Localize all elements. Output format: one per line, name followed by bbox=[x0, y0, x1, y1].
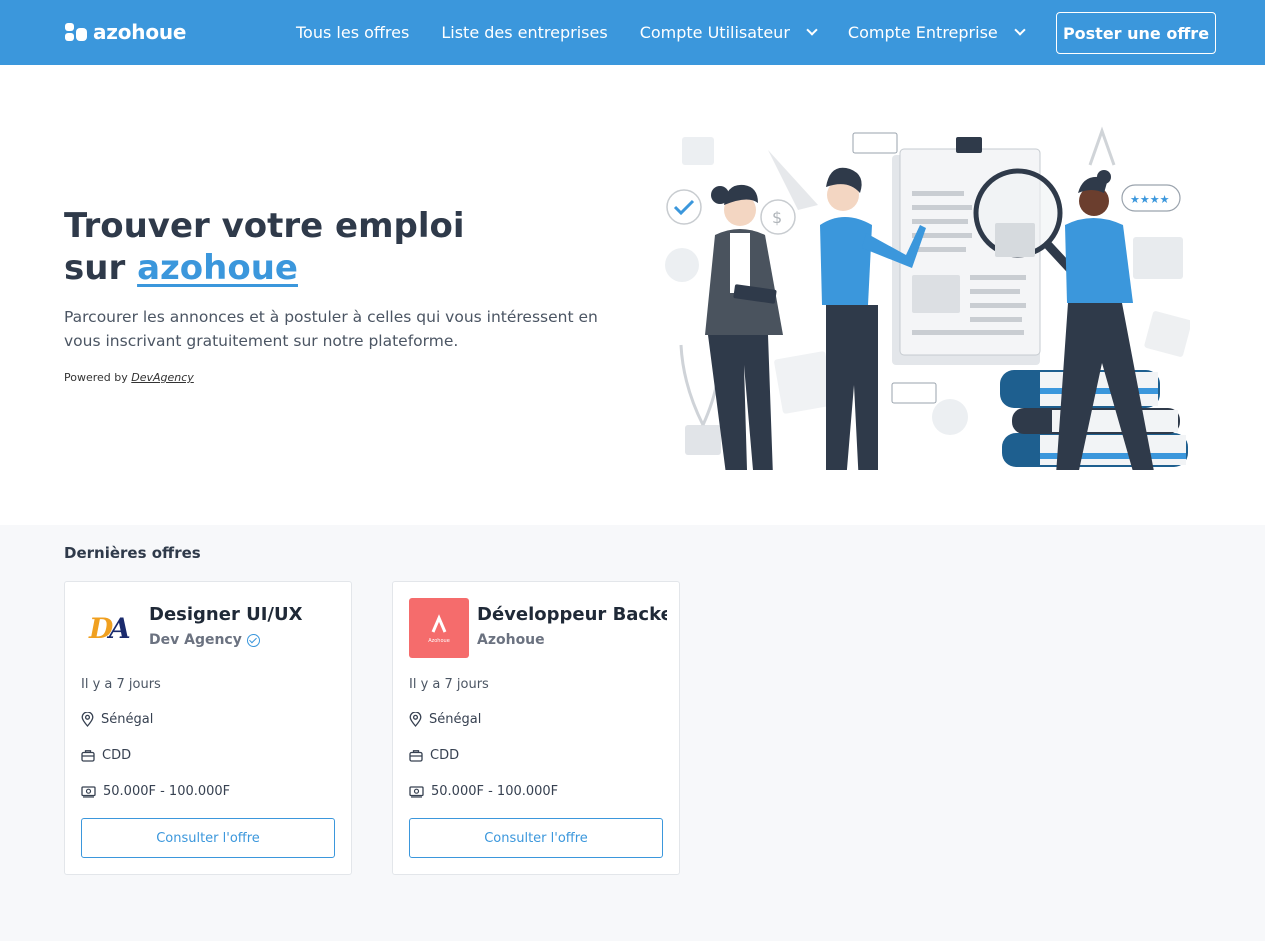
company-logo-devagency: D A bbox=[81, 598, 141, 658]
job-card[interactable]: Azohoue Développeur Backend Azohoue Il y… bbox=[392, 581, 680, 875]
brand-name: azohoue bbox=[93, 20, 187, 44]
job-salary-text: 50.000F - 100.000F bbox=[103, 784, 231, 799]
latest-offers-title: Dernières offres bbox=[64, 544, 201, 562]
devagency-link[interactable]: DevAgency bbox=[131, 371, 194, 384]
location-pin-icon bbox=[409, 712, 422, 727]
company-name: Azohoue bbox=[477, 632, 545, 648]
posted-date: Il y a 7 jours bbox=[409, 677, 489, 692]
job-location-text: Sénégal bbox=[101, 712, 154, 727]
company-logo-azohoue: Azohoue bbox=[409, 598, 469, 658]
post-offer-button[interactable]: Poster une offre bbox=[1056, 12, 1216, 54]
posted-date: Il y a 7 jours bbox=[81, 677, 161, 692]
job-location: Sénégal bbox=[409, 712, 481, 727]
job-salary-text: 50.000F - 100.000F bbox=[431, 784, 559, 799]
job-title[interactable]: Designer UI/UX bbox=[149, 604, 339, 625]
job-salary: 50.000F - 100.000F bbox=[409, 784, 558, 799]
job-contract: CDD bbox=[409, 748, 459, 763]
nav-companies-list[interactable]: Liste des entreprises bbox=[441, 23, 607, 42]
cash-icon bbox=[409, 785, 424, 798]
svg-text:A: A bbox=[106, 612, 131, 645]
hero-title-line2: sur azohoue bbox=[64, 247, 465, 289]
verified-badge-icon bbox=[246, 633, 260, 647]
svg-text:Azohoue: Azohoue bbox=[428, 638, 450, 644]
devagency-logo-icon: D A bbox=[88, 612, 131, 645]
hero-illustration: $ ★★★★ bbox=[665, 126, 1190, 470]
job-contract: CDD bbox=[81, 748, 131, 763]
azohoue-company-logo-icon: Azohoue bbox=[428, 614, 450, 644]
consult-offer-button[interactable]: Consulter l'offre bbox=[81, 818, 335, 858]
job-location-text: Sénégal bbox=[429, 712, 482, 727]
cash-icon bbox=[81, 785, 96, 798]
briefcase-icon bbox=[409, 750, 423, 762]
nav-company-account-dropdown[interactable]: Compte Entreprise bbox=[847, 23, 1026, 42]
hero-description: Parcourer les annonces et à postuler à c… bbox=[64, 308, 598, 350]
chevron-down-icon bbox=[806, 24, 818, 36]
company-name: Dev Agency bbox=[149, 632, 242, 648]
hero-title: Trouver votre emploi sur azohoue bbox=[64, 205, 465, 289]
chevron-down-icon bbox=[1014, 24, 1026, 36]
hero-title-line1: Trouver votre emploi bbox=[64, 206, 465, 246]
nav-all-offers[interactable]: Tous les offres bbox=[296, 23, 409, 42]
company-name-row: Dev Agency bbox=[149, 632, 260, 648]
main-nav: Tous les offres Liste des entreprises Co… bbox=[296, 0, 1056, 65]
svg-text:$: $ bbox=[772, 208, 782, 227]
consult-offer-button[interactable]: Consulter l'offre bbox=[409, 818, 663, 858]
svg-text:★★★★: ★★★★ bbox=[1130, 193, 1170, 206]
nav-company-account-label: Compte Entreprise bbox=[847, 23, 998, 42]
navbar: azohoue Tous les offres Liste des entrep… bbox=[0, 0, 1265, 65]
job-salary: 50.000F - 100.000F bbox=[81, 784, 230, 799]
hero-section: Trouver votre emploi sur azohoue Parcour… bbox=[0, 65, 1265, 525]
nav-user-account-label: Compte Utilisateur bbox=[639, 23, 790, 42]
job-card[interactable]: D A Designer UI/UX Dev Agency Il y a 7 j… bbox=[64, 581, 352, 875]
nav-user-account-dropdown[interactable]: Compte Utilisateur bbox=[639, 23, 818, 42]
location-pin-icon bbox=[81, 712, 94, 727]
company-name-row: Azohoue bbox=[477, 632, 545, 648]
job-title[interactable]: Développeur Backend bbox=[477, 604, 667, 625]
hero-title-prefix: sur bbox=[64, 248, 126, 288]
powered-by-label: Powered by bbox=[64, 371, 128, 384]
job-location: Sénégal bbox=[81, 712, 153, 727]
brand-logo[interactable]: azohoue bbox=[65, 21, 186, 43]
powered-by: Powered by DevAgency bbox=[64, 371, 194, 384]
briefcase-icon bbox=[81, 750, 95, 762]
hero-brand-link[interactable]: azohoue bbox=[137, 248, 298, 288]
job-contract-text: CDD bbox=[430, 748, 460, 763]
job-contract-text: CDD bbox=[102, 748, 132, 763]
azohoue-logo-icon bbox=[65, 23, 87, 41]
